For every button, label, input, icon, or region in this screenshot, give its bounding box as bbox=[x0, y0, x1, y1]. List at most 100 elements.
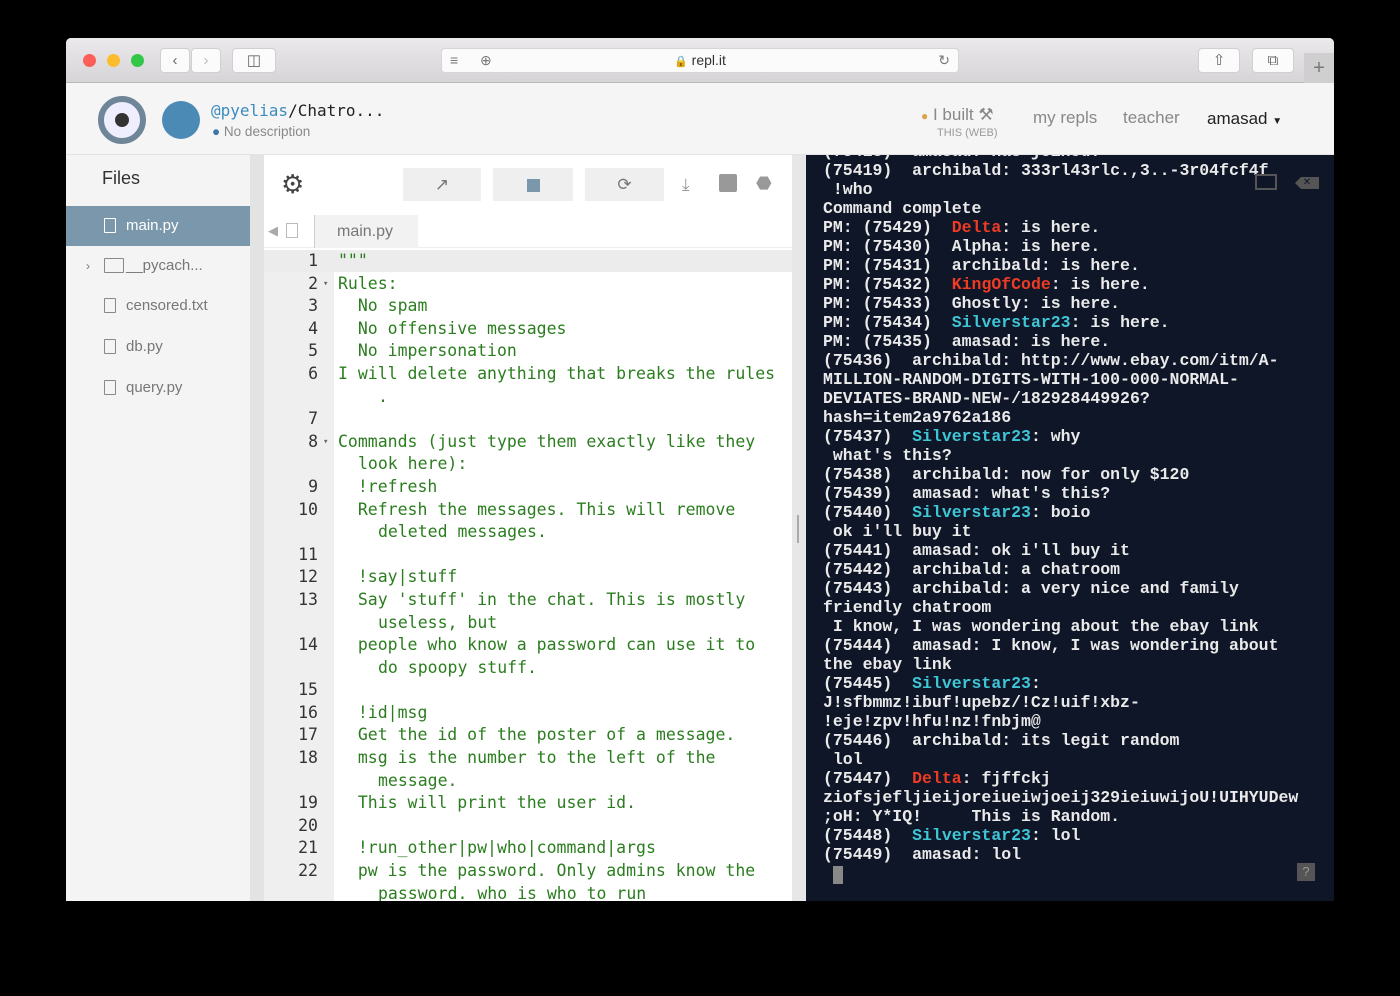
share-button[interactable]: ⟳ bbox=[585, 168, 664, 201]
console-line: (75437) Silverstar23: why bbox=[823, 427, 1081, 446]
sidebar-resize-handle[interactable] bbox=[250, 155, 264, 901]
line-number: 7 bbox=[308, 409, 318, 429]
line-text: Get the id of the poster of a message. bbox=[338, 725, 736, 745]
fold-arrow-icon[interactable]: ▾ bbox=[323, 273, 328, 296]
backspace-icon[interactable]: ✕ bbox=[1295, 177, 1319, 189]
code-content[interactable]: 1 """ 2 ▾ Rules: 3 No spam 4 No offensive mess… bbox=[264, 250, 792, 901]
code-line-wrap: do spoopy stuff. bbox=[264, 657, 792, 680]
console-line: the ebay link bbox=[823, 655, 952, 674]
add-icon[interactable]: ⊕ bbox=[480, 49, 492, 72]
line-text: msg is the number to the left of the bbox=[338, 748, 716, 768]
file-main-py[interactable]: main.py bbox=[66, 206, 250, 246]
back-button[interactable]: ‹ bbox=[160, 48, 190, 73]
code-line: 14 people who know a password can use it… bbox=[264, 634, 792, 657]
replit-logo[interactable] bbox=[98, 96, 146, 144]
line-text: Say 'stuff' in the chat. This is mostly bbox=[338, 589, 746, 609]
line-number: 16 bbox=[298, 702, 318, 722]
document-icon[interactable] bbox=[719, 174, 737, 192]
code-line: 11 bbox=[264, 544, 792, 567]
line-text: No offensive messages bbox=[338, 318, 567, 338]
line-text: No impersonation bbox=[338, 341, 517, 361]
username: Silverstar23 bbox=[912, 427, 1031, 446]
help-button[interactable]: ? bbox=[1297, 863, 1315, 881]
console-line: ;oH: Y*IQ! This is Random. bbox=[823, 807, 1121, 826]
username: Silverstar23 bbox=[912, 503, 1031, 522]
browser-window: ‹ › ◫ ≡ ⊕ 🔒 repl.it ↻ ⇧ ⧉ + @pyelias/Cha… bbox=[66, 38, 1334, 901]
folder-pycache[interactable]: › __pycach... bbox=[66, 246, 250, 286]
stop-button[interactable] bbox=[493, 168, 573, 201]
maximize-window-button[interactable] bbox=[131, 54, 144, 67]
share-icon[interactable]: ⇧ bbox=[1198, 48, 1240, 73]
code-line: 13 Say 'stuff' in the chat. This is most… bbox=[264, 589, 792, 612]
address-bar[interactable]: ≡ ⊕ 🔒 repl.it ↻ bbox=[441, 48, 959, 73]
ibuilt-link[interactable]: ● I built ⚒ THIS (WEB) bbox=[921, 105, 998, 139]
line-text: pw is the password. Only admins know the bbox=[338, 861, 756, 881]
status-dot-icon: ● bbox=[921, 109, 929, 123]
code-line: 3 No spam bbox=[264, 295, 792, 318]
console-line: PM: (75430) Alpha: is here. bbox=[823, 237, 1101, 256]
line-text-wrapped: look here): bbox=[358, 454, 468, 474]
code-line: 15 bbox=[264, 679, 792, 702]
console-line: MILLION-RANDOM-DIGITS-WITH-100-000-NORMA… bbox=[823, 370, 1239, 389]
console-line: (75439) amasad: what's this? bbox=[823, 484, 1111, 503]
code-line: 8 ▾ Commands (just type them exactly like … bbox=[264, 431, 792, 454]
file-icon bbox=[104, 298, 116, 313]
my-repls-link[interactable]: my repls bbox=[1033, 108, 1097, 128]
console-line: lol bbox=[823, 750, 863, 769]
line-number: 18 bbox=[298, 748, 318, 768]
pane-splitter[interactable] bbox=[792, 155, 806, 901]
sidebar-toggle-icon[interactable]: ◫ bbox=[232, 48, 276, 73]
reload-icon[interactable]: ↻ bbox=[938, 49, 950, 72]
console-line: ok i'll buy it bbox=[823, 522, 972, 541]
file-censored-txt[interactable]: censored.txt bbox=[66, 286, 250, 326]
chevron-right-icon[interactable]: › bbox=[86, 246, 90, 286]
file-icon bbox=[104, 380, 116, 395]
console-line: (75448) Silverstar23: lol bbox=[823, 826, 1081, 845]
username: Silverstar23 bbox=[912, 674, 1031, 693]
close-window-button[interactable] bbox=[83, 54, 96, 67]
forward-button[interactable]: › bbox=[191, 48, 221, 73]
line-text: people who know a password can use it to bbox=[338, 635, 756, 655]
line-number: 1 bbox=[308, 251, 318, 270]
line-number: 15 bbox=[298, 680, 318, 700]
avatar[interactable] bbox=[162, 101, 200, 139]
line-text: Refresh the messages. This will remove bbox=[338, 499, 736, 519]
share-export-button[interactable]: ↗ bbox=[403, 168, 481, 201]
fold-arrow-icon[interactable]: ▾ bbox=[323, 431, 328, 454]
minimize-window-button[interactable] bbox=[107, 54, 120, 67]
repl-description[interactable]: ● No description bbox=[212, 124, 310, 139]
code-line: 5 No impersonation bbox=[264, 340, 792, 363]
file-query-py[interactable]: query.py bbox=[66, 368, 250, 408]
code-line: 7 bbox=[264, 408, 792, 431]
file-icon bbox=[286, 223, 298, 238]
tab-main-py[interactable]: main.py bbox=[314, 215, 418, 248]
code-line: 4 No offensive messages bbox=[264, 318, 792, 341]
repl-name[interactable]: /Chatro... bbox=[288, 101, 384, 120]
code-line-wrap: password. who is who to run bbox=[264, 883, 792, 901]
teacher-link[interactable]: teacher bbox=[1123, 108, 1180, 128]
file-db-py[interactable]: db.py bbox=[66, 327, 250, 367]
download-icon[interactable]: ⤓ bbox=[682, 175, 690, 195]
console-line: DEVIATES-BRAND-NEW-/182928449926? bbox=[823, 389, 1150, 408]
line-text: No spam bbox=[338, 296, 428, 316]
collapse-icon[interactable]: ◀ bbox=[268, 223, 278, 239]
new-tab-button[interactable]: + bbox=[1304, 53, 1334, 83]
console-line: (75444) amasad: I know, I was wondering … bbox=[823, 636, 1279, 655]
console-line: PM: (75435) amasad: is here. bbox=[823, 332, 1111, 351]
reader-icon[interactable]: ≡ bbox=[450, 49, 458, 72]
line-text: Commands (just type them exactly like th… bbox=[338, 431, 756, 451]
line-number: 11 bbox=[298, 544, 318, 564]
console-line: (75447) Delta: fjffckj bbox=[823, 769, 1051, 788]
console-pane[interactable]: (75418) amasad: has joined.(75419) archi… bbox=[806, 155, 1334, 901]
account-menu[interactable]: amasad ▼ bbox=[1207, 109, 1282, 129]
code-line: 10 Refresh the messages. This will remov… bbox=[264, 499, 792, 522]
package-icon[interactable]: ⬣ bbox=[756, 173, 772, 194]
line-number: 3 bbox=[308, 296, 318, 316]
line-text: This will print the user id. bbox=[338, 793, 637, 813]
repl-owner[interactable]: @pyelias bbox=[211, 101, 288, 120]
console-cursor bbox=[833, 866, 843, 884]
tabs-icon[interactable]: ⧉ bbox=[1252, 48, 1294, 73]
clear-console-icon[interactable] bbox=[1255, 174, 1277, 190]
code-line-wrap: message. bbox=[264, 770, 792, 793]
settings-gear-icon[interactable]: ⚙ bbox=[281, 171, 304, 197]
